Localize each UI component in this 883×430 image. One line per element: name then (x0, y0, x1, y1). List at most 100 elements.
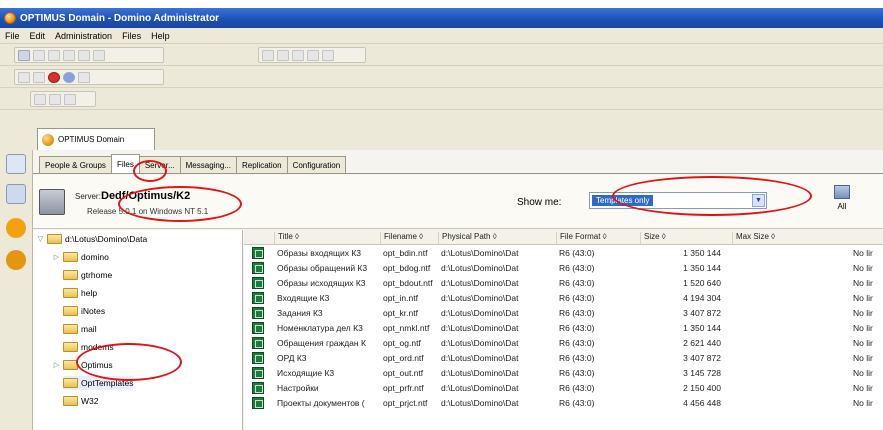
tree-node-inotes[interactable]: iNotes (63, 304, 105, 318)
format-icon[interactable] (262, 49, 274, 61)
underline-icon[interactable] (307, 49, 319, 61)
replicator-icon[interactable] (64, 93, 76, 105)
table-row[interactable]: Входящие К3 opt_in.ntf d:\Lotus\Domino\Dat… (244, 291, 883, 306)
open-icon[interactable] (18, 49, 30, 61)
folder-icon (63, 306, 78, 316)
table-row[interactable]: Обращения граждан К opt_og.ntf d:\Lotus\Do… (244, 336, 883, 351)
table-row[interactable]: Образы входящих К3 opt_bdin.ntf d:\Lotus\D… (244, 246, 883, 261)
cell-max-size: No lir (853, 308, 873, 318)
save-icon[interactable] (33, 49, 45, 61)
expand-icon[interactable]: ▷ (53, 253, 60, 261)
refresh-icon[interactable] (63, 71, 75, 83)
column-size[interactable]: Size ◊ (640, 232, 732, 244)
bookmark-databases-icon[interactable] (6, 250, 26, 270)
toolbar-universal (0, 44, 883, 66)
tree-node-modems[interactable]: modems (63, 340, 114, 354)
tab-messaging[interactable]: Messaging... (179, 156, 237, 173)
tab-configuration[interactable]: Configuration (286, 156, 347, 173)
tab-server[interactable]: Server... (138, 156, 181, 173)
cell-file-format: R6 (43:0) (559, 278, 595, 288)
domain-icon (42, 133, 54, 146)
collapse-icon[interactable]: ▽ (37, 235, 44, 243)
cell-filename: opt_in.ntf (383, 293, 418, 303)
print-icon[interactable] (48, 49, 60, 61)
tree-node-mail[interactable]: mail (63, 322, 97, 336)
cell-file-format: R6 (43:0) (559, 398, 595, 408)
paste-icon[interactable] (93, 49, 105, 61)
tree-node-optimus[interactable]: ▷ Optimus (53, 358, 113, 372)
menu-file[interactable]: File (5, 31, 20, 41)
cell-filename: opt_bdin.ntf (383, 248, 428, 258)
cell-size: 3 407 872 (683, 308, 721, 318)
tree-node-gtrhome[interactable]: gtrhome (63, 268, 112, 282)
cell-title: Обращения граждан К (277, 338, 366, 348)
bookmark-bar (0, 150, 33, 430)
tree-node-root[interactable]: ▽ d:\Lotus\Domino\Data (37, 232, 147, 246)
tab-files[interactable]: Files (110, 154, 140, 173)
expand-icon[interactable]: ▷ (53, 361, 60, 369)
chevron-down-icon[interactable]: ▼ (752, 194, 765, 207)
column-max-size[interactable]: Max Size ◊ (732, 232, 883, 244)
cut-icon[interactable] (63, 49, 75, 61)
bookmark-mail-icon[interactable] (6, 154, 26, 174)
tab-optimus-domain[interactable]: OPTIMUS Domain (37, 128, 155, 150)
cell-filename: opt_bdog.ntf (383, 263, 431, 273)
cell-filename: opt_prfr.ntf (383, 383, 424, 393)
table-row[interactable]: Исходящие К3 opt_out.ntf d:\Lotus\Domino\D… (244, 366, 883, 381)
table-row[interactable]: Образы обращений К3 opt_bdog.ntf d:\Lotus\… (244, 261, 883, 276)
tree-node-help[interactable]: help (63, 286, 97, 300)
cell-filename: opt_kr.ntf (383, 308, 418, 318)
tab-people-groups[interactable]: People & Groups (39, 156, 112, 173)
menu-edit[interactable]: Edit (30, 31, 46, 41)
highlight-icon[interactable] (322, 49, 334, 61)
tree-node-opttemplates[interactable]: OptTemplates (63, 376, 134, 390)
menu-administration[interactable]: Administration (55, 31, 112, 41)
folder-icon (63, 360, 78, 370)
server-release: Release 5.0.1 on Windows NT 5.1 (87, 207, 209, 216)
table-row[interactable]: Проекты документов (opt_prjct.ntf d:\Lotu… (244, 396, 883, 411)
table-row[interactable]: Номенклатура дел К3 opt_nmkl.ntf d:\Lotus\… (244, 321, 883, 336)
tree-label: Optimus (81, 360, 113, 370)
folder-icon (63, 288, 78, 298)
cell-filename: opt_ord.ntf (383, 353, 424, 363)
bookmark-address-book-icon[interactable] (6, 184, 26, 204)
cell-size: 1 520 640 (683, 278, 721, 288)
column-filename[interactable]: Filename ◊ (380, 232, 438, 244)
bookmark-favorites-icon[interactable] (6, 218, 26, 238)
forward-icon[interactable] (33, 71, 45, 83)
database-template-icon (252, 397, 264, 409)
bookmark-icon[interactable] (49, 93, 61, 105)
table-row[interactable]: Образы исходящих К3 opt_bdout.ntf d:\Lotus… (244, 276, 883, 291)
search-icon[interactable] (34, 93, 46, 105)
show-me-select[interactable]: Templates only ▼ (589, 192, 767, 209)
cell-max-size: No lir (853, 248, 873, 258)
tree-node-w32[interactable]: W32 (63, 394, 98, 408)
tree-node-domino[interactable]: ▷ domino (53, 250, 109, 264)
menu-files[interactable]: Files (122, 31, 141, 41)
cell-file-format: R6 (43:0) (559, 323, 595, 333)
toolbar-group-file (14, 47, 164, 63)
menu-help[interactable]: Help (151, 31, 170, 41)
table-row[interactable]: Настройки opt_prfr.ntf d:\Lotus\Domino\Dat… (244, 381, 883, 396)
tree-label: iNotes (81, 306, 106, 316)
home-icon[interactable] (78, 71, 90, 83)
all-button[interactable]: All (828, 185, 856, 221)
tab-replication[interactable]: Replication (235, 156, 288, 173)
column-file-format[interactable]: File Format ◊ (556, 232, 640, 244)
database-template-icon (252, 322, 264, 334)
cell-title: Образы обращений К3 (277, 263, 368, 273)
stop-icon[interactable] (48, 71, 60, 83)
server-name[interactable]: Dedf/Optimus/K2 (101, 190, 190, 202)
cell-physical-path: d:\Lotus\Domino\Dat (441, 353, 519, 363)
show-me-label: Show me: (517, 197, 562, 208)
table-row[interactable]: Задания К3 opt_kr.ntf d:\Lotus\Domino\Dat R… (244, 306, 883, 321)
back-icon[interactable] (18, 71, 30, 83)
copy-icon[interactable] (78, 49, 90, 61)
italic-icon[interactable] (292, 49, 304, 61)
table-row[interactable]: ОРД К3 opt_ord.ntf d:\Lotus\Domino\Dat R6 (… (244, 351, 883, 366)
folder-icon (63, 342, 78, 352)
folder-icon (63, 378, 78, 388)
column-physical-path[interactable]: Physical Path ◊ (438, 232, 556, 244)
bold-icon[interactable] (277, 49, 289, 61)
column-title[interactable]: Title ◊ (274, 232, 380, 244)
